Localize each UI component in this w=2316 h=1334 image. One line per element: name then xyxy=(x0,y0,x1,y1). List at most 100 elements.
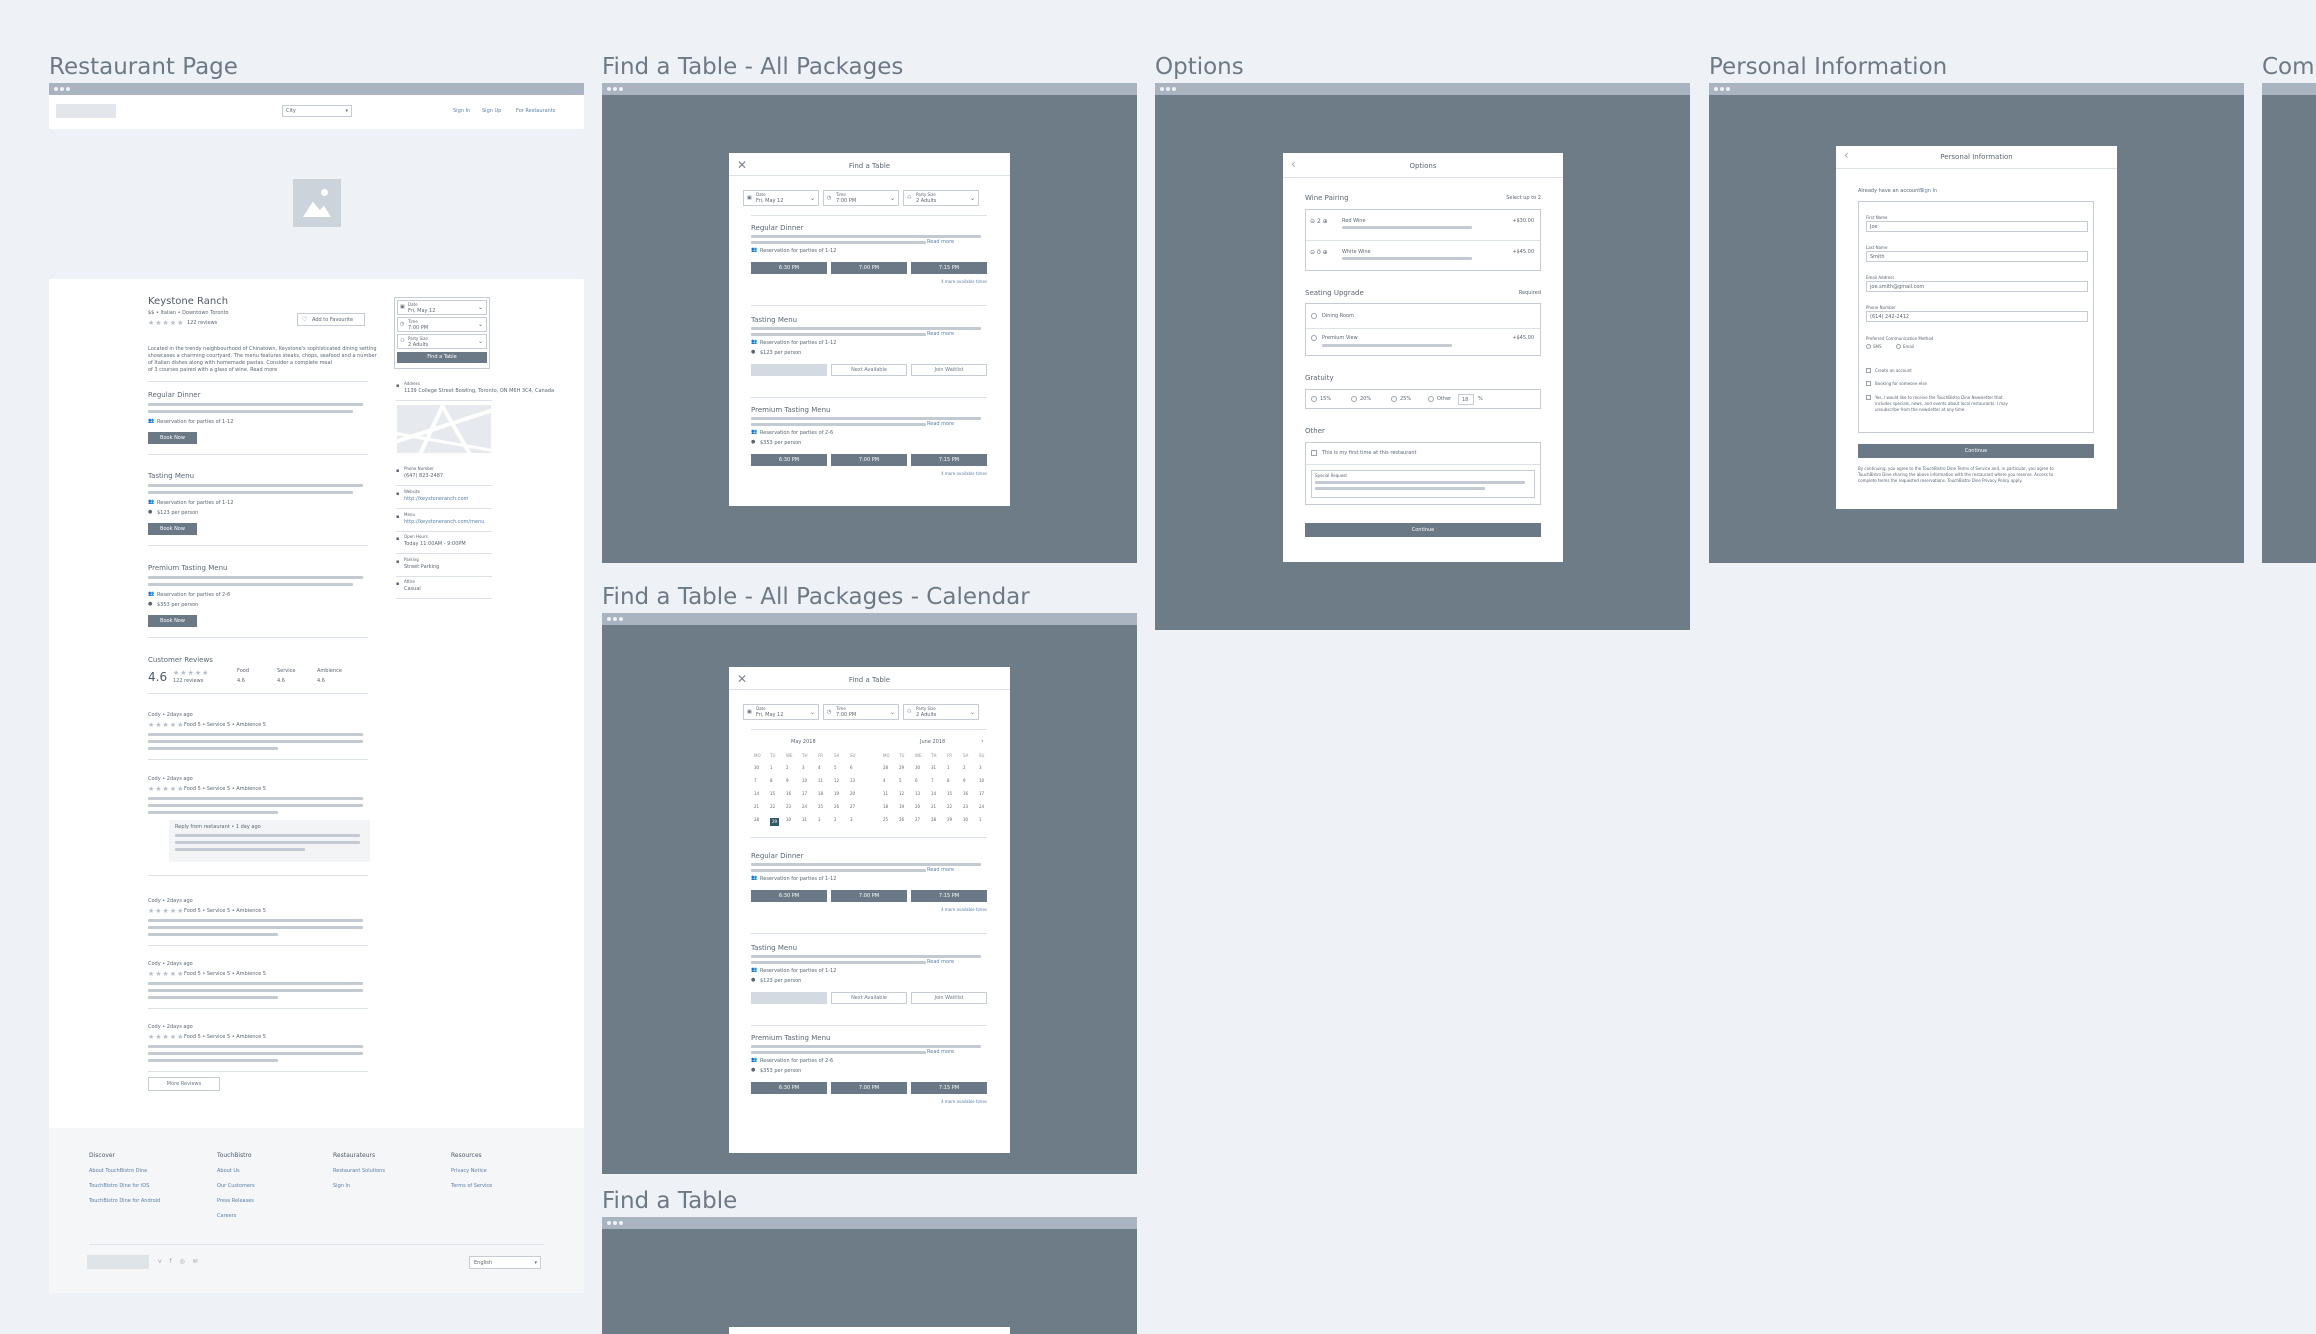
calendar-day[interactable]: 18 xyxy=(818,792,823,796)
book-now-button[interactable]: Book Now xyxy=(148,615,197,627)
calendar-day[interactable]: 9 xyxy=(963,779,966,783)
calendar-day[interactable]: 2 xyxy=(786,766,789,770)
calendar-day[interactable]: 28 xyxy=(754,818,759,822)
time-slot-button[interactable]: 7:15 PM xyxy=(911,454,987,466)
footer-link[interactable]: Our Customers xyxy=(217,1184,255,1189)
find-a-table-button[interactable]: Find a Table xyxy=(397,352,487,363)
continue-button[interactable]: Continue xyxy=(1305,523,1541,537)
time-slot-button[interactable]: 7:00 PM xyxy=(831,890,907,902)
calendar-day[interactable]: 27 xyxy=(850,805,855,809)
calendar-day[interactable]: 16 xyxy=(786,792,791,796)
detail-value[interactable]: http://keystoneranch.com xyxy=(404,497,468,502)
read-more-link[interactable]: Read more xyxy=(927,960,954,965)
time-select[interactable]: ◷ Time 7:00 PM ⌄ xyxy=(823,190,899,206)
calendar-day[interactable]: 5 xyxy=(834,766,837,770)
radio-20[interactable] xyxy=(1351,396,1357,402)
time-slot-button[interactable]: 7:15 PM xyxy=(911,1082,987,1094)
book-now-button[interactable]: Book Now xyxy=(148,523,197,535)
calendar-day[interactable]: 28 xyxy=(883,766,888,770)
radio-15[interactable] xyxy=(1311,396,1317,402)
footer-link[interactable]: About Us xyxy=(217,1169,240,1174)
calendar-day[interactable]: 20 xyxy=(850,792,855,796)
create-account-checkbox[interactable] xyxy=(1866,368,1871,373)
last-name-input[interactable]: Smith xyxy=(1866,251,2088,262)
other-gratuity-input[interactable]: 18 xyxy=(1458,394,1474,405)
calendar-day[interactable]: 15 xyxy=(770,792,775,796)
calendar-day[interactable]: 13 xyxy=(915,792,920,796)
calendar-day[interactable]: 27 xyxy=(915,818,920,822)
for-restaurants-link[interactable]: For Restaurants xyxy=(516,109,555,114)
calendar-day[interactable]: 22 xyxy=(947,805,952,809)
city-select[interactable]: City ▾ xyxy=(282,105,352,117)
calendar-day[interactable]: 12 xyxy=(834,779,839,783)
calendar-day[interactable]: 3 xyxy=(979,766,982,770)
first-time-checkbox[interactable] xyxy=(1311,450,1317,456)
calendar-day[interactable]: 17 xyxy=(802,792,807,796)
calendar-day[interactable]: 23 xyxy=(963,805,968,809)
calendar-day[interactable]: 29 xyxy=(947,818,952,822)
footer-link[interactable]: Terms of Service xyxy=(451,1184,492,1189)
calendar-day[interactable]: 31 xyxy=(931,766,936,770)
calendar-day[interactable]: 29 xyxy=(770,818,780,826)
stepper[interactable]: ⊝ 2 ⊕ xyxy=(1310,219,1328,225)
radio-dining-room[interactable] xyxy=(1311,313,1317,319)
time-slot-button[interactable]: 7:15 PM xyxy=(911,890,987,902)
radio-25[interactable] xyxy=(1391,396,1397,402)
first-name-input[interactable]: Joe xyxy=(1866,221,2088,232)
calendar-day[interactable]: 3 xyxy=(850,818,853,822)
time-slot-button[interactable]: 6:30 PM xyxy=(751,1082,827,1094)
sign-in-link[interactable]: Sign In xyxy=(453,109,470,114)
calendar-day[interactable]: 6 xyxy=(915,779,918,783)
more-reviews-button[interactable]: More Reviews xyxy=(148,1077,220,1091)
footer-link[interactable]: Sign In xyxy=(333,1184,350,1189)
calendar-day[interactable]: 28 xyxy=(931,818,936,822)
calendar-day[interactable]: 26 xyxy=(834,805,839,809)
calendar-day[interactable]: 2 xyxy=(834,818,837,822)
calendar-day[interactable]: 24 xyxy=(979,805,984,809)
calendar-day[interactable]: 23 xyxy=(786,805,791,809)
calendar-day[interactable]: 4 xyxy=(883,779,886,783)
calendar-day[interactable]: 6 xyxy=(850,766,853,770)
calendar-day[interactable]: 7 xyxy=(931,779,934,783)
calendar-day[interactable]: 19 xyxy=(834,792,839,796)
time-slot-button[interactable]: 7:00 PM xyxy=(831,1082,907,1094)
time-slot-button[interactable]: 7:00 PM xyxy=(831,454,907,466)
join-waitlist-button[interactable]: Join Waitlist xyxy=(911,992,987,1004)
join-waitlist-button[interactable]: Join Waitlist xyxy=(911,364,987,376)
read-more-link[interactable]: Read more xyxy=(927,868,954,873)
read-more-link[interactable]: Read more xyxy=(927,1050,954,1055)
booking-else-checkbox[interactable] xyxy=(1866,381,1871,386)
calendar-day[interactable]: 26 xyxy=(899,818,904,822)
calendar-day[interactable]: 19 xyxy=(899,805,904,809)
calendar-day[interactable]: 17 xyxy=(979,792,984,796)
time-slot-button[interactable]: 6:30 PM xyxy=(751,454,827,466)
calendar-day[interactable]: 14 xyxy=(931,792,936,796)
footer-link[interactable]: About TouchBistro Dine xyxy=(89,1169,147,1174)
calendar-day[interactable]: 30 xyxy=(963,818,968,822)
read-more-link[interactable]: Read more xyxy=(927,422,954,427)
calendar-day[interactable]: 25 xyxy=(883,818,888,822)
footer-link[interactable]: Privacy Notice xyxy=(451,1169,487,1174)
calendar-day[interactable]: 18 xyxy=(883,805,888,809)
newsletter-checkbox[interactable] xyxy=(1866,395,1871,400)
special-request-textarea[interactable]: Special Request xyxy=(1311,470,1535,498)
time-slot-button[interactable]: 6:30 PM xyxy=(751,262,827,274)
more-times-link[interactable]: 4 more available times xyxy=(941,1100,987,1104)
next-month-icon[interactable]: › xyxy=(981,738,984,745)
time-select[interactable]: ◷ Time 7:00 PM ⌄ xyxy=(823,704,899,720)
calendar-day[interactable]: 5 xyxy=(899,779,902,783)
date-select[interactable]: ▣ Date Fri, May 12 ⌄ xyxy=(397,300,487,315)
next-available-button[interactable]: Next Available xyxy=(831,992,907,1004)
calendar-day[interactable]: 8 xyxy=(947,779,950,783)
continue-button[interactable]: Continue xyxy=(1858,444,2094,458)
calendar-day[interactable]: 30 xyxy=(754,766,759,770)
email-input[interactable]: joe.smith@gmail.com xyxy=(1866,281,2088,292)
detail-value[interactable]: http://keystoneranch.com/menu xyxy=(404,520,484,525)
date-select[interactable]: ▣ Date Fri, May 12 ⌄ xyxy=(743,704,819,720)
calendar-day[interactable]: 29 xyxy=(899,766,904,770)
phone-input[interactable]: (614) 242-2412 xyxy=(1866,311,2088,322)
social-icons[interactable]: v f ◎ ✉ xyxy=(158,1259,201,1265)
sign-up-link[interactable]: Sign Up xyxy=(482,109,501,114)
read-more-link[interactable]: Read more xyxy=(927,240,954,245)
language-select[interactable]: English ▾ xyxy=(469,1256,541,1269)
